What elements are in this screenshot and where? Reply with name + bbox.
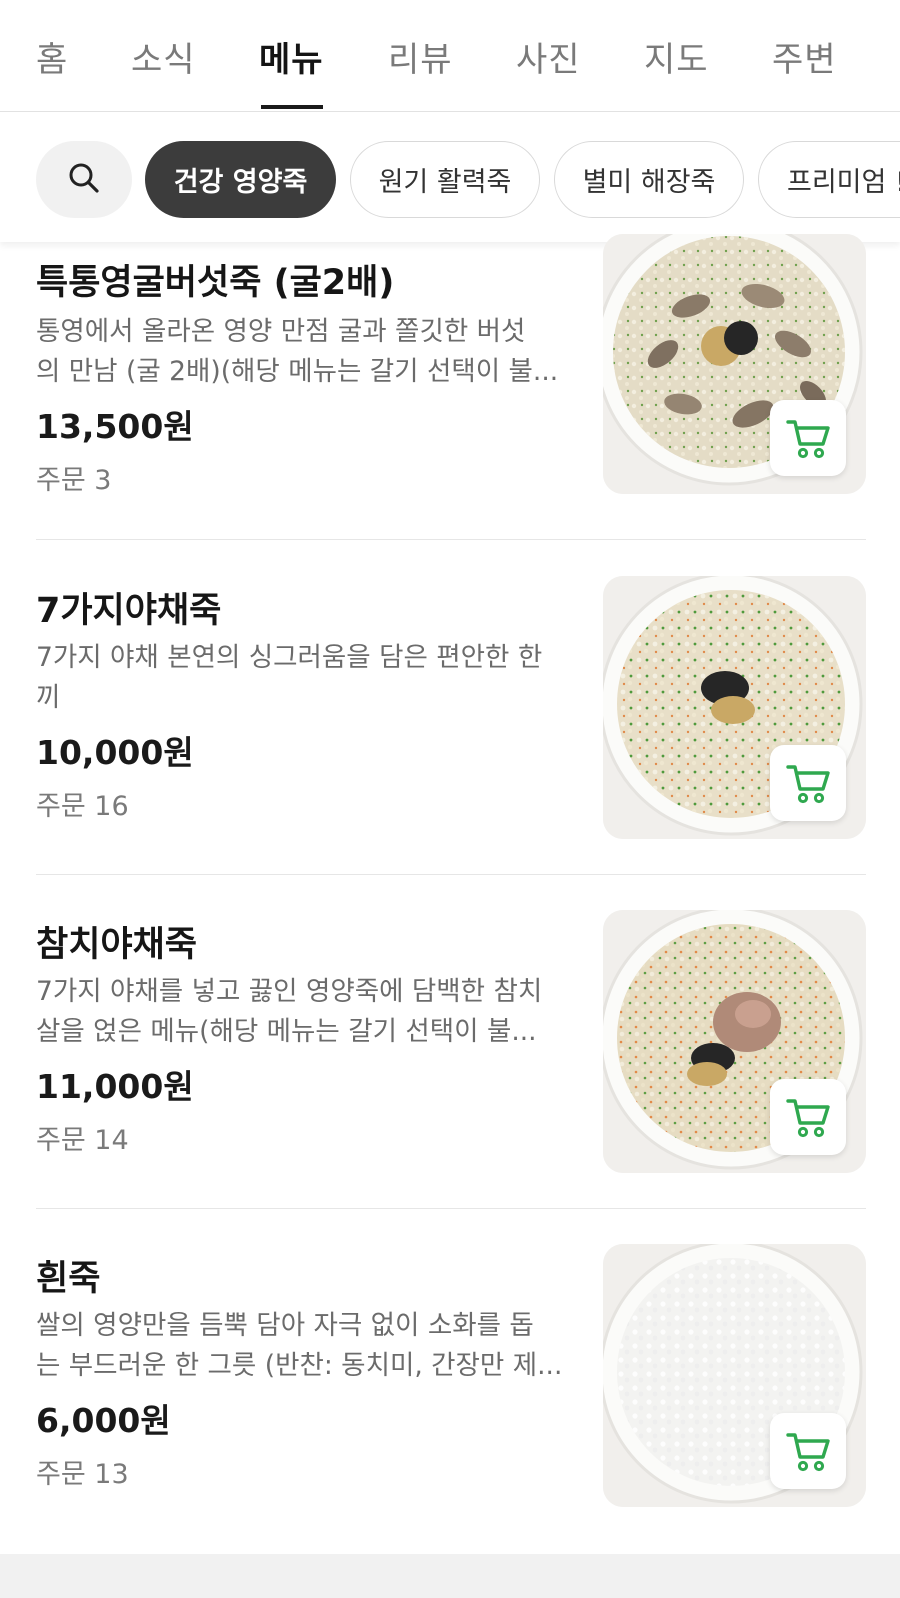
menu-item-order-count: 주문 14 — [36, 1125, 129, 1156]
search-icon — [67, 161, 101, 199]
add-to-cart-button[interactable] — [770, 1079, 846, 1155]
tab-home[interactable]: 홈 — [36, 32, 68, 81]
menu-item-description: 통영에서 올라온 영양 만점 굴과 쫄깃한 버섯 의 만남 (굴 2배)(해당 … — [36, 316, 559, 387]
menu-item-order-count: 주문 16 — [36, 791, 129, 822]
add-to-cart-button[interactable] — [770, 400, 846, 476]
cart-icon — [785, 762, 831, 804]
add-to-cart-button[interactable] — [770, 1413, 846, 1489]
tab-news[interactable]: 소식 — [131, 32, 196, 81]
menu-item-description: 쌀의 영양만을 듬뿍 담아 자극 없이 소화를 돕 는 부드러운 한 그릇 (반… — [36, 1310, 563, 1381]
chip-premium[interactable]: 프리미엄 ! — [758, 141, 900, 218]
menu-item-photo[interactable] — [603, 576, 866, 839]
menu-item-photo[interactable] — [603, 1244, 866, 1507]
menu-item-name: 흰죽 — [36, 1259, 101, 1299]
top-tab-bar: 홈 소식 메뉴 리뷰 사진 지도 주변 — [0, 0, 900, 112]
chip-energy-porridge[interactable]: 원기 활력죽 — [350, 141, 540, 218]
menu-item-description: 7가지 야채 본연의 싱그러움을 담은 편안한 한 끼 — [36, 642, 543, 713]
menu-item-price: 6,000원 — [36, 1401, 171, 1440]
tab-nearby[interactable]: 주변 — [772, 32, 837, 81]
menu-search-button[interactable] — [36, 141, 132, 218]
chip-hangover-porridge[interactable]: 별미 해장죽 — [554, 141, 744, 218]
tab-map[interactable]: 지도 — [644, 32, 709, 81]
tab-menu[interactable]: 메뉴 — [259, 32, 324, 81]
menu-item-name: 참치야채죽 — [36, 925, 198, 965]
menu-item[interactable]: 참치야채죽 7가지 야채를 넣고 끓인 영양죽에 담백한 참치 살을 얹은 메뉴… — [0, 874, 900, 1209]
tab-photos[interactable]: 사진 — [516, 32, 581, 81]
menu-item-name: 7가지야채죽 — [36, 591, 222, 631]
cart-icon — [785, 1096, 831, 1138]
menu-item-photo[interactable] — [603, 234, 866, 494]
menu-item-description: 7가지 야채를 넣고 끓인 영양죽에 담백한 참치 살을 얹은 메뉴(해당 메뉴… — [36, 976, 543, 1047]
menu-item-name: 특통영굴버섯죽 (굴2배) — [36, 263, 395, 303]
cart-icon — [785, 417, 831, 459]
section-separator — [0, 1554, 900, 1598]
chip-healthy-porridge[interactable]: 건강 영양죽 — [145, 141, 336, 218]
menu-item-price: 11,000원 — [36, 1067, 194, 1106]
active-tab-indicator — [261, 105, 323, 109]
menu-item-price: 10,000원 — [36, 733, 194, 772]
menu-item-price: 13,500원 — [36, 407, 194, 446]
tab-reviews[interactable]: 리뷰 — [388, 32, 453, 81]
menu-item[interactable]: 흰죽 쌀의 영양만을 듬뿍 담아 자극 없이 소화를 돕 는 부드러운 한 그릇… — [0, 1208, 900, 1554]
menu-item-order-count: 주문 13 — [36, 1459, 129, 1490]
menu-item[interactable]: 7가지야채죽 7가지 야채 본연의 싱그러움을 담은 편안한 한 끼 10,00… — [0, 540, 900, 875]
menu-item[interactable]: 특통영굴버섯죽 (굴2배) 통영에서 올라온 영양 만점 굴과 쫄깃한 버섯 의… — [0, 234, 900, 540]
category-filter-bar: 건강 영양죽 원기 활력죽 별미 해장죽 프리미엄 ! — [0, 112, 900, 242]
menu-item-order-count: 주문 3 — [36, 465, 112, 496]
menu-item-photo[interactable] — [603, 910, 866, 1173]
cart-icon — [785, 1430, 831, 1472]
add-to-cart-button[interactable] — [770, 745, 846, 821]
